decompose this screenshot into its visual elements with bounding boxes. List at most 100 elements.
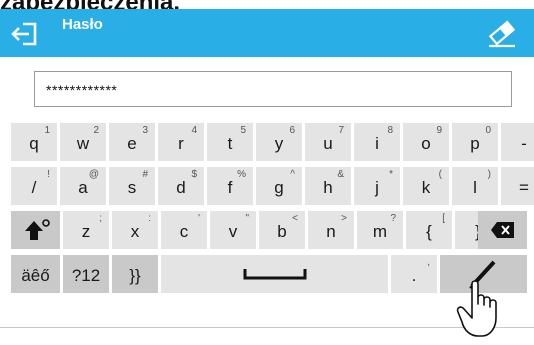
- key-sub-label: 4: [191, 125, 197, 136]
- key-row2-6[interactable]: h &: [305, 167, 351, 205]
- eraser-icon[interactable]: [486, 17, 518, 49]
- key-row1-0[interactable]: q1: [11, 123, 57, 161]
- key-row1-2[interactable]: e3: [109, 123, 155, 161]
- key-sub-label: ;: [99, 213, 102, 224]
- password-input[interactable]: ************: [34, 71, 512, 107]
- key-sub-label: :: [148, 213, 151, 224]
- dot-key[interactable]: . ,: [391, 255, 437, 293]
- key-row1-9[interactable]: p0: [452, 123, 498, 161]
- key-sub-label: %: [237, 169, 246, 180]
- key-row2-7[interactable]: j *: [354, 167, 400, 205]
- key-sub-label: 7: [338, 125, 344, 136]
- accents-label: äêő: [21, 266, 50, 285]
- key-sub-label: [: [442, 213, 445, 224]
- key-main-label: o: [421, 134, 431, 153]
- shift-arrow-icon: [24, 219, 50, 240]
- key-sub-label: 6: [289, 125, 295, 136]
- key-main-label: t: [227, 134, 233, 153]
- key-main-label: l: [473, 178, 477, 197]
- key-row2-3[interactable]: d $: [158, 167, 204, 205]
- key-sub-label: $: [191, 169, 197, 180]
- key-row1-10[interactable]: -_: [501, 123, 534, 161]
- key-row3-3[interactable]: v ": [210, 211, 256, 249]
- key-row2-2[interactable]: s #: [109, 167, 155, 205]
- key-row3-6[interactable]: m?: [357, 211, 403, 249]
- key-row1-7[interactable]: i8: [354, 123, 400, 161]
- key-main-label: /: [31, 178, 37, 197]
- key-main-label: r: [178, 134, 184, 153]
- key-row3-5[interactable]: n >: [308, 211, 354, 249]
- key-sub-label: 0: [485, 125, 491, 136]
- dot-sub-label: ,: [427, 257, 430, 268]
- key-main-label: d: [176, 178, 186, 197]
- backspace-key[interactable]: [478, 211, 527, 249]
- key-row1-3[interactable]: r4: [158, 123, 204, 161]
- key-row2-4[interactable]: f%: [207, 167, 253, 205]
- key-sub-label: ": [245, 213, 249, 224]
- key-row3-4[interactable]: b <: [259, 211, 305, 249]
- key-sub-label: 9: [436, 125, 442, 136]
- key-row3-0[interactable]: z;: [63, 211, 109, 249]
- space-bar-icon: [243, 269, 306, 280]
- page-title: Hasło: [62, 16, 103, 33]
- key-main-label: -: [521, 134, 527, 153]
- backspace-icon: [490, 222, 514, 238]
- key-main-label: {: [426, 222, 432, 241]
- key-main-label: g: [274, 178, 284, 197]
- key-sub-label: ?: [390, 213, 396, 224]
- title-bar: Hasło: [0, 9, 534, 57]
- numbers-label: ?12: [71, 266, 101, 285]
- key-row1-8[interactable]: o9: [403, 123, 449, 161]
- key-sub-label: #: [142, 169, 148, 180]
- key-row2-8[interactable]: k(: [403, 167, 449, 205]
- symbols-key[interactable]: }}: [112, 255, 158, 293]
- key-sub-label: !: [47, 169, 50, 180]
- key-row2-0[interactable]: /!: [11, 167, 57, 205]
- key-row1-5[interactable]: y6: [256, 123, 302, 161]
- key-main-label: =: [519, 178, 529, 197]
- exit-arrow-icon[interactable]: [10, 19, 40, 49]
- key-row2-1[interactable]: a @: [60, 167, 106, 205]
- symbols-label: }}: [129, 266, 141, 285]
- on-screen-keyboard: q1w2e3r4t5y6u7i8o9p0-_ /!a@s#d$f%g^h&j*k…: [0, 123, 534, 297]
- shift-key[interactable]: [11, 211, 60, 249]
- key-sub-label: 8: [387, 125, 393, 136]
- numbers-key[interactable]: ?12: [63, 255, 109, 293]
- key-main-label: s: [127, 178, 137, 197]
- key-main-label: q: [29, 134, 39, 153]
- key-main-label: p: [470, 134, 480, 153]
- key-main-label: f: [227, 178, 233, 197]
- key-sub-label: &: [337, 169, 344, 180]
- touch-hand-icon: [454, 278, 516, 340]
- dot-label: .: [411, 266, 417, 285]
- key-sub-label: 2: [93, 125, 99, 136]
- key-main-label: y: [274, 134, 284, 153]
- key-sub-label: ^: [290, 169, 295, 180]
- key-sub-label: (: [438, 169, 442, 180]
- key-main-label: z: [81, 222, 91, 241]
- key-row2-9[interactable]: l): [452, 167, 498, 205]
- key-row2-5[interactable]: g ^: [256, 167, 302, 205]
- key-main-label: u: [323, 134, 333, 153]
- key-row1-6[interactable]: u7: [305, 123, 351, 161]
- key-main-label: b: [277, 222, 287, 241]
- space-key[interactable]: [161, 255, 388, 293]
- key-row3-2[interactable]: c ': [161, 211, 207, 249]
- key-sub-label: 1: [44, 125, 50, 136]
- key-main-label: h: [323, 178, 333, 197]
- key-main-label: n: [326, 222, 336, 241]
- key-row2-10[interactable]: =+: [501, 167, 534, 205]
- key-main-label: c: [179, 222, 189, 241]
- key-main-label: j: [375, 178, 379, 197]
- accents-key[interactable]: äêő: [11, 255, 60, 293]
- key-sub-label: @: [88, 169, 99, 180]
- key-main-label: m: [372, 222, 388, 241]
- key-row1-1[interactable]: w2: [60, 123, 106, 161]
- key-row1-4[interactable]: t5: [207, 123, 253, 161]
- key-row3-7[interactable]: {[: [406, 211, 452, 249]
- key-sub-label: 5: [240, 125, 246, 136]
- key-row3-1[interactable]: x:: [112, 211, 158, 249]
- key-main-label: w: [76, 134, 90, 153]
- key-sub-label: *: [389, 169, 393, 180]
- password-value: ************: [46, 82, 118, 98]
